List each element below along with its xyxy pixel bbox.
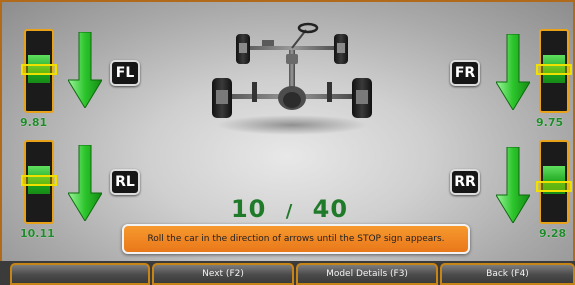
wheel-label-rl: RL: [110, 169, 140, 195]
down-arrow-icon: [68, 32, 102, 108]
gauge-rr-marker: [536, 181, 572, 192]
down-arrow-icon: [496, 34, 530, 110]
value-fr: 9.75: [536, 116, 564, 129]
value-rl: 10.11: [20, 227, 55, 240]
next-button[interactable]: Next (F2): [152, 263, 294, 285]
back-button[interactable]: Back (F4): [440, 263, 575, 285]
wheel-label-fl: FL: [110, 60, 140, 86]
car-chassis-icon: [212, 22, 372, 135]
blank-button[interactable]: [10, 263, 150, 285]
gauge-fl-marker: [21, 64, 57, 75]
alignment-screen: 9.81 FL 9.75 FR 10.11 RL 9.28 RR 10 / 40…: [0, 0, 575, 285]
gauge-fr: [536, 29, 572, 113]
value-rr: 9.28: [539, 227, 567, 240]
value-fl: 9.81: [20, 116, 48, 129]
model-details-button[interactable]: Model Details (F3): [296, 263, 438, 285]
counter-total: 40: [312, 195, 349, 223]
wheel-label-fr: FR: [450, 60, 480, 86]
roll-counter: 10 / 40: [2, 195, 575, 223]
instruction-message: Roll the car in the direction of arrows …: [122, 224, 470, 254]
counter-separator: /: [285, 201, 294, 222]
gauge-fr-marker: [536, 64, 572, 75]
gauge-fl: [21, 29, 57, 113]
counter-current: 10: [230, 195, 267, 223]
gauge-rl-marker: [21, 175, 57, 186]
function-key-bar: Next (F2) Model Details (F3) Back (F4): [0, 261, 575, 285]
wheel-label-rr: RR: [450, 169, 480, 195]
